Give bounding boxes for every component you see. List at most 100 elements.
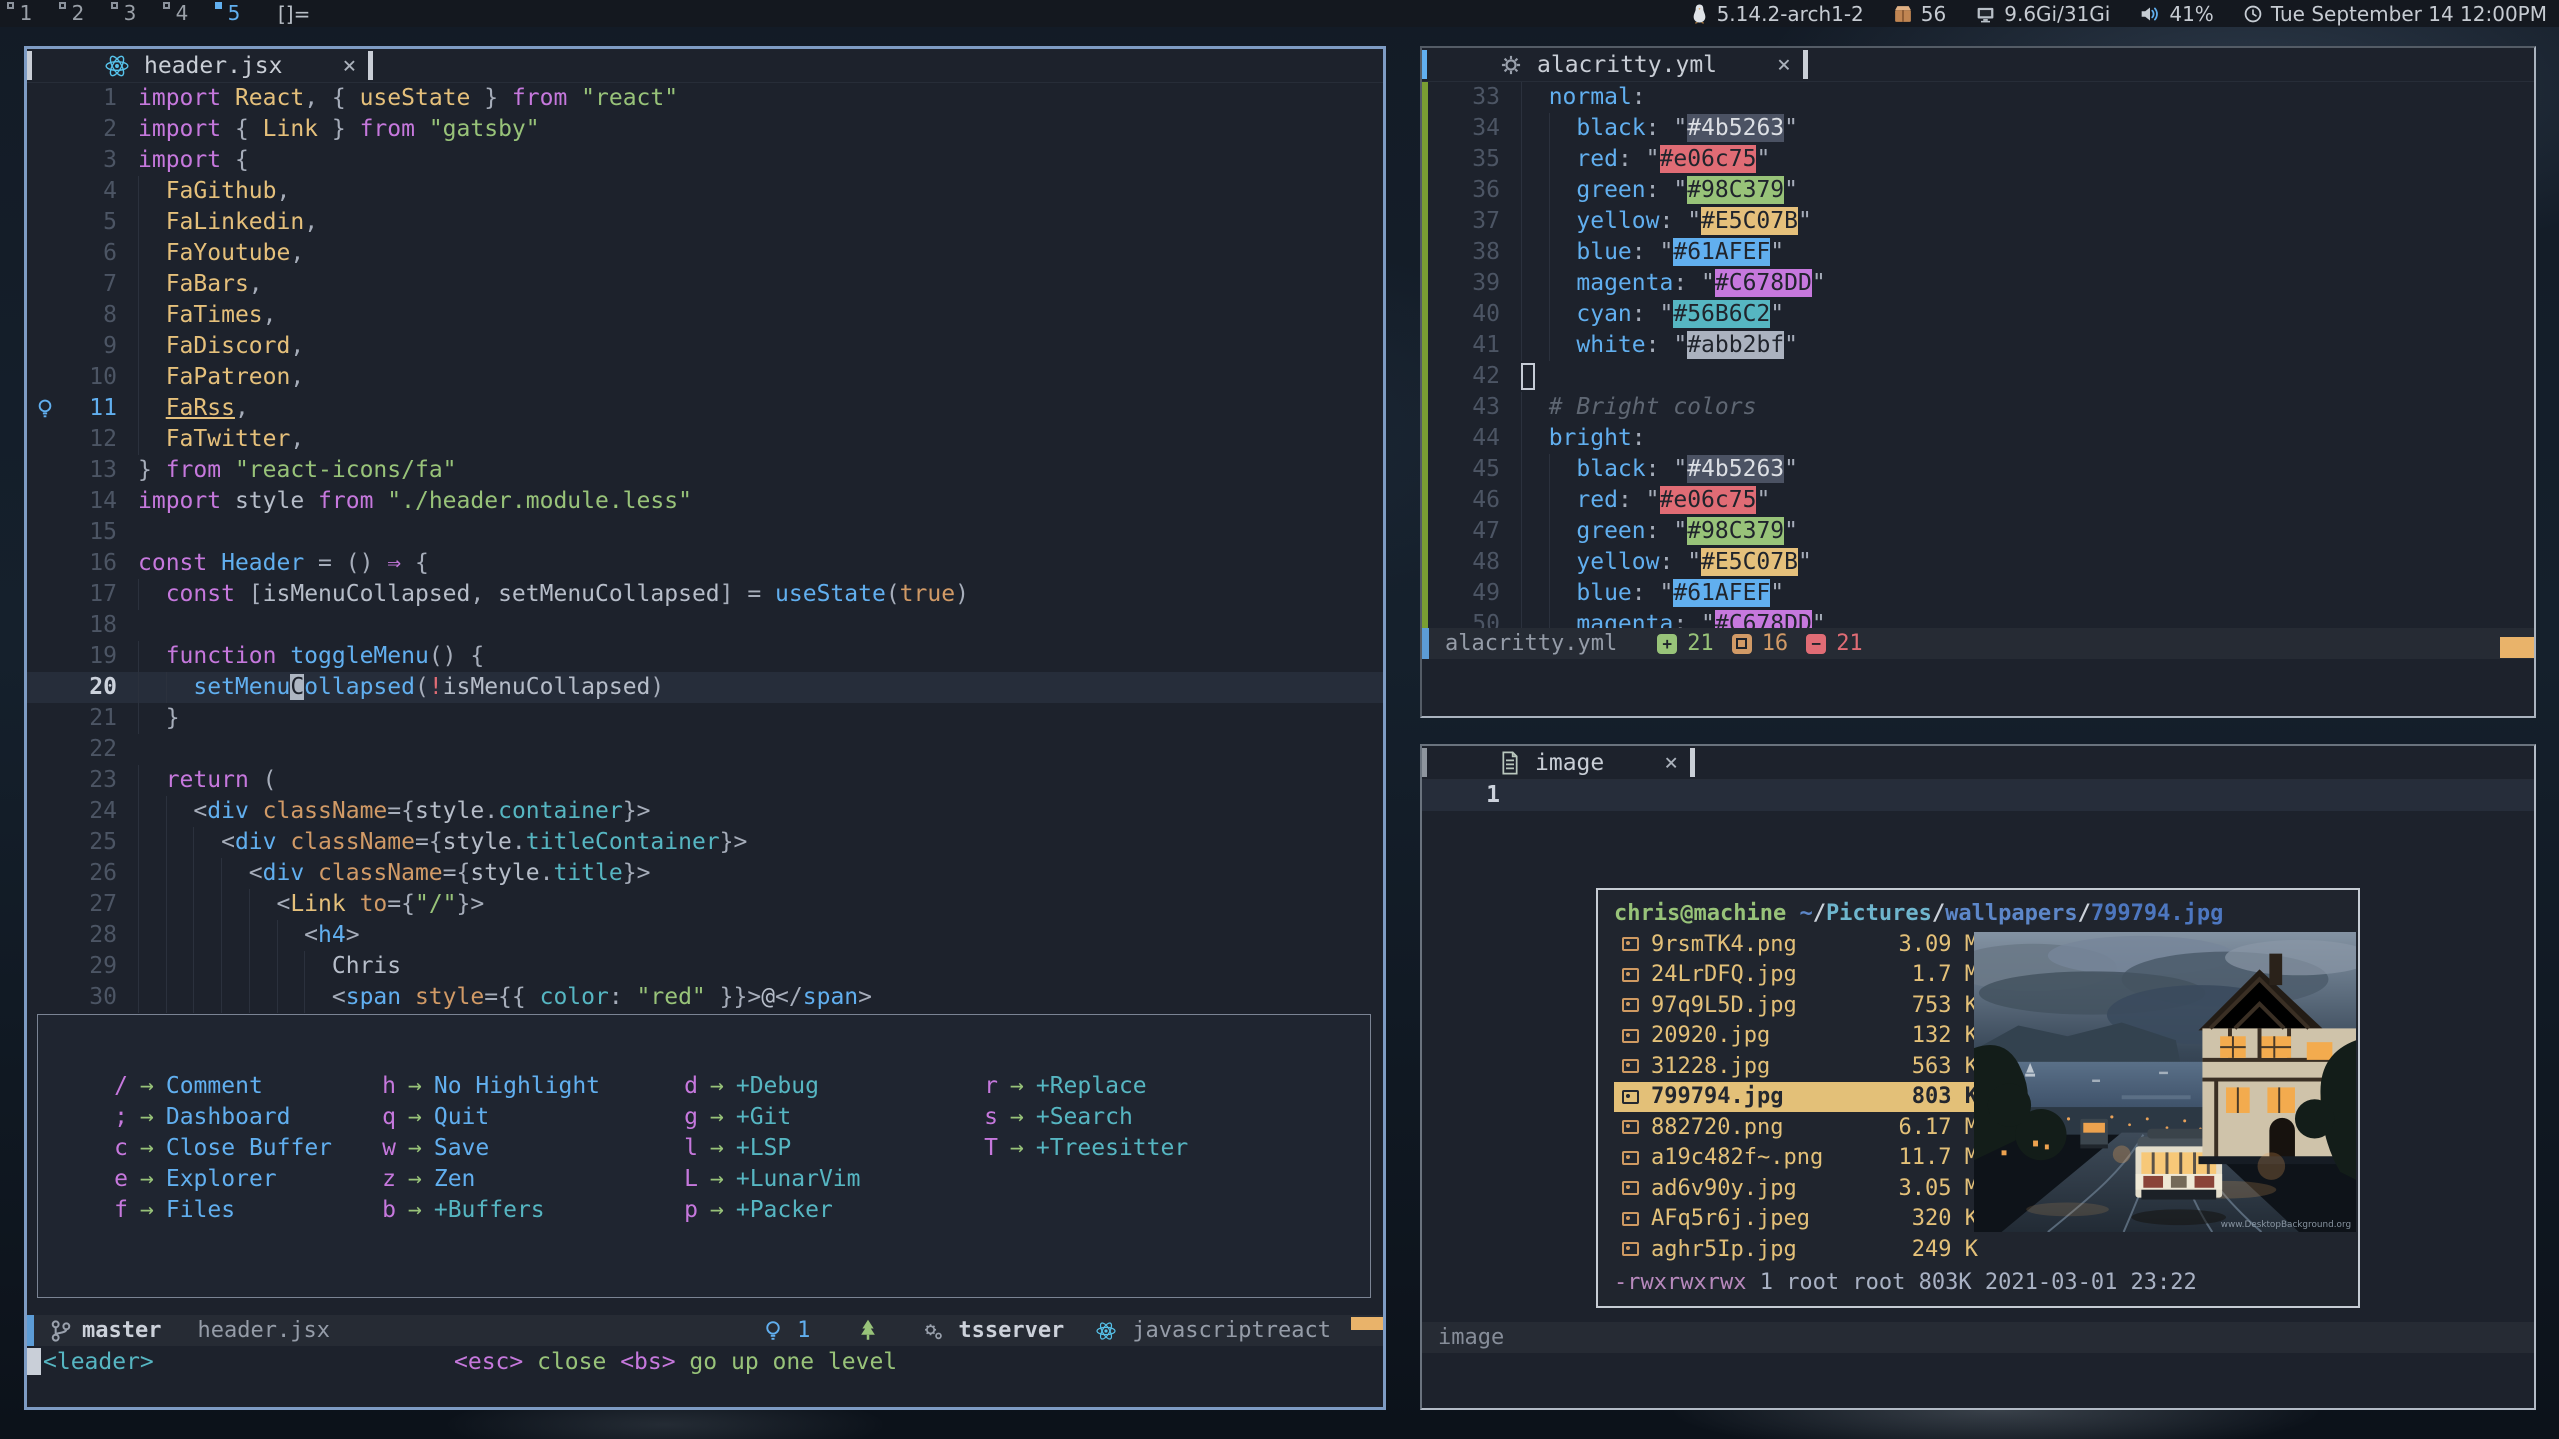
- code-line[interactable]: 1: [1422, 780, 2534, 811]
- code-line[interactable]: 47 green: "#98C379": [1422, 516, 2534, 547]
- active-tab-indicator: [1422, 748, 1427, 777]
- code-line[interactable]: 9 FaDiscord,: [27, 331, 1383, 362]
- code-line[interactable]: 29 Chris: [27, 951, 1383, 982]
- line-number: 48: [1446, 547, 1500, 578]
- filetype-label: javascriptreact: [1132, 1318, 1331, 1343]
- code-line[interactable]: 11 FaRss,: [27, 393, 1383, 424]
- code-line[interactable]: 41 white: "#abb2bf": [1422, 330, 2534, 361]
- watermark-text: www.DesktopBackground.org: [2221, 1220, 2351, 1230]
- tab-alacritty[interactable]: alacritty.yml ×: [1499, 52, 1791, 78]
- code-line[interactable]: 2import { Link } from "gatsby": [27, 114, 1383, 145]
- bufferline: alacritty.yml ×: [1422, 48, 2534, 82]
- code-line[interactable]: 6 FaYoutube,: [27, 238, 1383, 269]
- line-number: 25: [63, 827, 117, 858]
- tabline-cursor: [368, 51, 373, 80]
- code-line[interactable]: 1import React, { useState } from "react": [27, 83, 1383, 114]
- tab-close-icon[interactable]: ×: [1777, 52, 1791, 78]
- code-line[interactable]: 7 FaBars,: [27, 269, 1383, 300]
- code-line[interactable]: 25 <div className={style.titleContainer}…: [27, 827, 1383, 858]
- line-number: 40: [1446, 299, 1500, 330]
- code-line[interactable]: 39 magenta: "#C678DD": [1422, 268, 2534, 299]
- code-line[interactable]: 26 <div className={style.title}>: [27, 858, 1383, 889]
- code-line[interactable]: 16const Header = () ⇒ {: [27, 548, 1383, 579]
- workspace-button-2[interactable]: 2: [52, 0, 104, 27]
- code-line[interactable]: 46 red: "#e06c75": [1422, 485, 2534, 516]
- statusline-left: master header.jsx 1 tsserver javascriptr…: [27, 1315, 1383, 1346]
- kernel-module: 5.14.2-arch1-2: [1691, 2, 1864, 26]
- active-tab-indicator: [27, 51, 32, 80]
- code-line[interactable]: 23 return (: [27, 765, 1383, 796]
- line-number: 1: [1446, 780, 1500, 811]
- code-line[interactable]: 21 }: [27, 703, 1383, 734]
- code-line[interactable]: 33 normal:: [1422, 82, 2534, 113]
- workspace-button-5[interactable]: 5: [208, 0, 260, 27]
- file-row: 97q9L5D.jpg753 K: [1614, 990, 1986, 1021]
- code-action-lightbulb-icon: [35, 397, 55, 421]
- code-line[interactable]: 13} from "react-icons/fa": [27, 455, 1383, 486]
- editor-window-headerjsx: header.jsx × 1import React, { useState }…: [24, 46, 1386, 1410]
- code-line[interactable]: 40 cyan: "#56B6C2": [1422, 299, 2534, 330]
- code-line[interactable]: 27 <Link to={"/"}>: [27, 889, 1383, 920]
- code-line[interactable]: 19 function toggleMenu() {: [27, 641, 1383, 672]
- tab-close-icon[interactable]: ×: [1664, 750, 1678, 776]
- line-number: 22: [63, 734, 117, 765]
- image-buffer[interactable]: 1 chris@machine ~/Pictures/wallpapers/79…: [1422, 780, 2534, 1322]
- layout-symbol[interactable]: []=: [278, 2, 310, 26]
- code-line[interactable]: 42: [1422, 361, 2534, 392]
- code-line[interactable]: 43 # Bright colors: [1422, 392, 2534, 423]
- workspace-indicator: [111, 2, 118, 9]
- code-line[interactable]: 28 <h4>: [27, 920, 1383, 951]
- code-line[interactable]: 37 yellow: "#E5C07B": [1422, 206, 2534, 237]
- whichkey-help-hints: <esc> close <bs> go up one level: [454, 1349, 897, 1375]
- code-line[interactable]: 38 blue: "#61AFEF": [1422, 237, 2534, 268]
- tab-close-icon[interactable]: ×: [342, 53, 356, 79]
- statusline-filename: header.jsx: [197, 1318, 329, 1343]
- file-row: 882720.png6.17 M: [1614, 1112, 1986, 1143]
- code-line[interactable]: 4 FaGithub,: [27, 176, 1383, 207]
- code-line[interactable]: 3import {: [27, 145, 1383, 176]
- line-number: 30: [63, 982, 117, 1013]
- code-buffer[interactable]: 33 normal:34 black: "#4b5263"35 red: "#e…: [1422, 82, 2534, 628]
- line-number: 1: [63, 83, 117, 114]
- code-line[interactable]: 14import style from "./header.module.les…: [27, 486, 1383, 517]
- line-number: 17: [63, 579, 117, 610]
- code-line[interactable]: 30 <span style={{ color: "red" }}>@</spa…: [27, 982, 1383, 1013]
- code-line[interactable]: 17 const [isMenuCollapsed, setMenuCollap…: [27, 579, 1383, 610]
- line-number: 47: [1446, 516, 1500, 547]
- tabline-cursor: [1690, 748, 1695, 777]
- scrollbar-thumb[interactable]: [1351, 1317, 1383, 1330]
- line-number: 14: [63, 486, 117, 517]
- workspace-button-1[interactable]: 1: [0, 0, 52, 27]
- code-line[interactable]: 8 FaTimes,: [27, 300, 1383, 331]
- tab-image[interactable]: image ×: [1499, 750, 1678, 776]
- lsp-server-name: tsserver: [958, 1318, 1064, 1343]
- workspace-button-4[interactable]: 4: [156, 0, 208, 27]
- whichkey-binding: g→+Git: [684, 1102, 984, 1133]
- code-line[interactable]: 49 blue: "#61AFEF": [1422, 578, 2534, 609]
- clock-module: Tue September 14 12:00PM: [2244, 2, 2547, 26]
- updates-count: 56: [1921, 2, 1946, 26]
- code-line[interactable]: 48 yellow: "#E5C07B": [1422, 547, 2534, 578]
- code-line[interactable]: 15: [27, 517, 1383, 548]
- code-line[interactable]: 45 black: "#4b5263": [1422, 454, 2534, 485]
- code-line[interactable]: 50 magenta: "#C678DD": [1422, 609, 2534, 628]
- code-line[interactable]: 24 <div className={style.container}>: [27, 796, 1383, 827]
- code-line[interactable]: 18: [27, 610, 1383, 641]
- code-line[interactable]: 34 black: "#4b5263": [1422, 113, 2534, 144]
- workspace-button-3[interactable]: 3: [104, 0, 156, 27]
- code-line[interactable]: 10 FaPatreon,: [27, 362, 1383, 393]
- mode-indicator-bar: [1422, 628, 1429, 659]
- code-line[interactable]: 20 setMenuCollapsed(!isMenuCollapsed): [27, 672, 1383, 703]
- tab-headerjsx[interactable]: header.jsx ×: [104, 53, 356, 79]
- scrollbar-thumb[interactable]: [2500, 637, 2534, 658]
- terminal-padding: [1422, 1384, 2534, 1408]
- code-line[interactable]: 22: [27, 734, 1383, 765]
- code-line[interactable]: 36 green: "#98C379": [1422, 175, 2534, 206]
- document-icon: [1499, 751, 1521, 775]
- code-line[interactable]: 44 bright:: [1422, 423, 2534, 454]
- whichkey-binding: e→Explorer: [114, 1164, 382, 1195]
- code-line[interactable]: 35 red: "#e06c75": [1422, 144, 2534, 175]
- line-number: 16: [63, 548, 117, 579]
- code-line[interactable]: 5 FaLinkedin,: [27, 207, 1383, 238]
- code-line[interactable]: 12 FaTwitter,: [27, 424, 1383, 455]
